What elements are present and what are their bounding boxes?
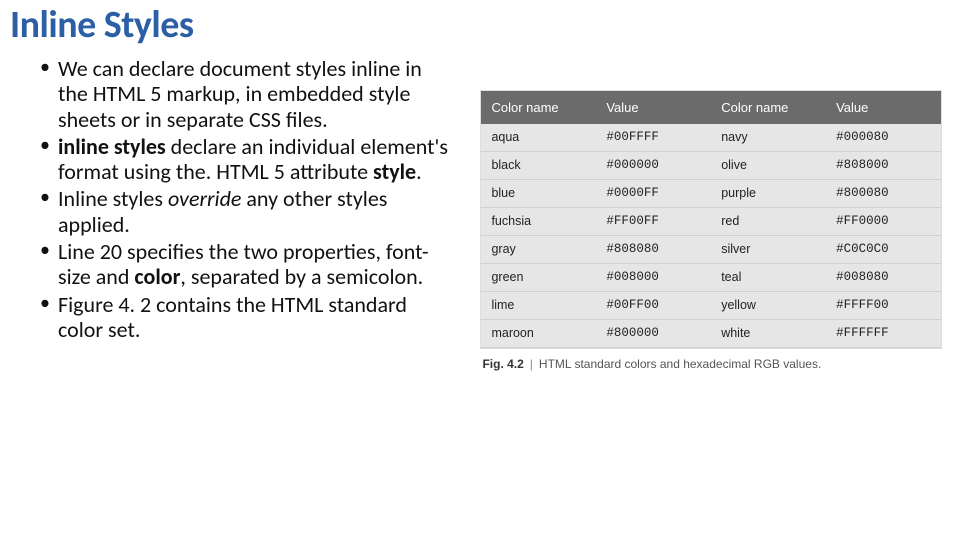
table-header-row: Color name Value Color name Value [481, 91, 941, 124]
color-value: #00FF00 [596, 292, 711, 320]
table-row: maroon#800000white#FFFFFF [481, 320, 941, 348]
color-value: #00FFFF [596, 124, 711, 152]
color-value: #808000 [826, 152, 941, 180]
figure-column: Color name Value Color name Value aqua#0… [480, 56, 942, 371]
bullet-column: We can declare document styles inline in… [40, 56, 452, 371]
th-value-2: Value [826, 91, 941, 124]
color-value: #800000 [596, 320, 711, 348]
color-value: #008080 [826, 264, 941, 292]
color-name: black [481, 152, 596, 180]
caption-separator: | [524, 357, 539, 371]
color-name: red [711, 208, 826, 236]
color-table-wrap: Color name Value Color name Value aqua#0… [480, 90, 942, 349]
color-value: #808080 [596, 236, 711, 264]
table-row: lime#00FF00yellow#FFFF00 [481, 292, 941, 320]
color-name: navy [711, 124, 826, 152]
color-value: #000000 [596, 152, 711, 180]
bullet-4-b: , separated by a semicolon. [180, 263, 423, 290]
color-name: lime [481, 292, 596, 320]
color-table: Color name Value Color name Value aqua#0… [481, 91, 941, 348]
color-name: aqua [481, 124, 596, 152]
bullet-1-text: We can declare document styles inline in… [58, 55, 422, 133]
bullet-4-bold: color [134, 263, 180, 290]
table-row: aqua#00FFFFnavy#000080 [481, 124, 941, 152]
color-value: #C0C0C0 [826, 236, 941, 264]
table-row: green#008000teal#008080 [481, 264, 941, 292]
table-row: gray#808080silver#C0C0C0 [481, 236, 941, 264]
color-name: gray [481, 236, 596, 264]
color-name: blue [481, 180, 596, 208]
bullet-list: We can declare document styles inline in… [40, 56, 452, 342]
bullet-3-ital: override [168, 185, 241, 212]
th-colorname-1: Color name [481, 91, 596, 124]
bullet-3-a: Inline styles [58, 185, 168, 212]
bullet-2: inline styles declare an individual elem… [40, 134, 452, 185]
slide-title: Inline Styles [0, 0, 960, 56]
color-name: fuchsia [481, 208, 596, 236]
th-colorname-2: Color name [711, 91, 826, 124]
bullet-2-bold1: inline styles [58, 133, 166, 160]
figure-caption: Fig. 4.2|HTML standard colors and hexade… [480, 349, 942, 371]
bullet-1: We can declare document styles inline in… [40, 56, 452, 132]
color-name: olive [711, 152, 826, 180]
bullet-3: Inline styles override any other styles … [40, 186, 452, 237]
bullet-2-end: . [416, 158, 422, 185]
table-body: aqua#00FFFFnavy#000080 black#000000olive… [481, 124, 941, 348]
table-row: blue#0000FFpurple#800080 [481, 180, 941, 208]
color-value: #008000 [596, 264, 711, 292]
slide: Inline Styles We can declare document st… [0, 0, 960, 540]
bullet-2-bold2: style [373, 158, 416, 185]
color-name: white [711, 320, 826, 348]
color-value: #800080 [826, 180, 941, 208]
bullet-4: Line 20 specifies the two properties, fo… [40, 239, 452, 290]
table-row: fuchsia#FF00FFred#FF0000 [481, 208, 941, 236]
color-value: #0000FF [596, 180, 711, 208]
color-name: maroon [481, 320, 596, 348]
content-columns: We can declare document styles inline in… [0, 56, 960, 371]
color-value: #FFFF00 [826, 292, 941, 320]
color-name: green [481, 264, 596, 292]
color-name: yellow [711, 292, 826, 320]
color-value: #FFFFFF [826, 320, 941, 348]
color-value: #000080 [826, 124, 941, 152]
figure-number: Fig. 4.2 [482, 357, 523, 371]
figure-caption-text: HTML standard colors and hexadecimal RGB… [539, 357, 821, 371]
color-name: purple [711, 180, 826, 208]
color-value: #FF0000 [826, 208, 941, 236]
th-value-1: Value [596, 91, 711, 124]
color-name: silver [711, 236, 826, 264]
color-name: teal [711, 264, 826, 292]
table-row: black#000000olive#808000 [481, 152, 941, 180]
bullet-5: Figure 4. 2 contains the HTML standard c… [40, 292, 452, 343]
color-value: #FF00FF [596, 208, 711, 236]
bullet-5-text: Figure 4. 2 contains the HTML standard c… [58, 291, 407, 343]
